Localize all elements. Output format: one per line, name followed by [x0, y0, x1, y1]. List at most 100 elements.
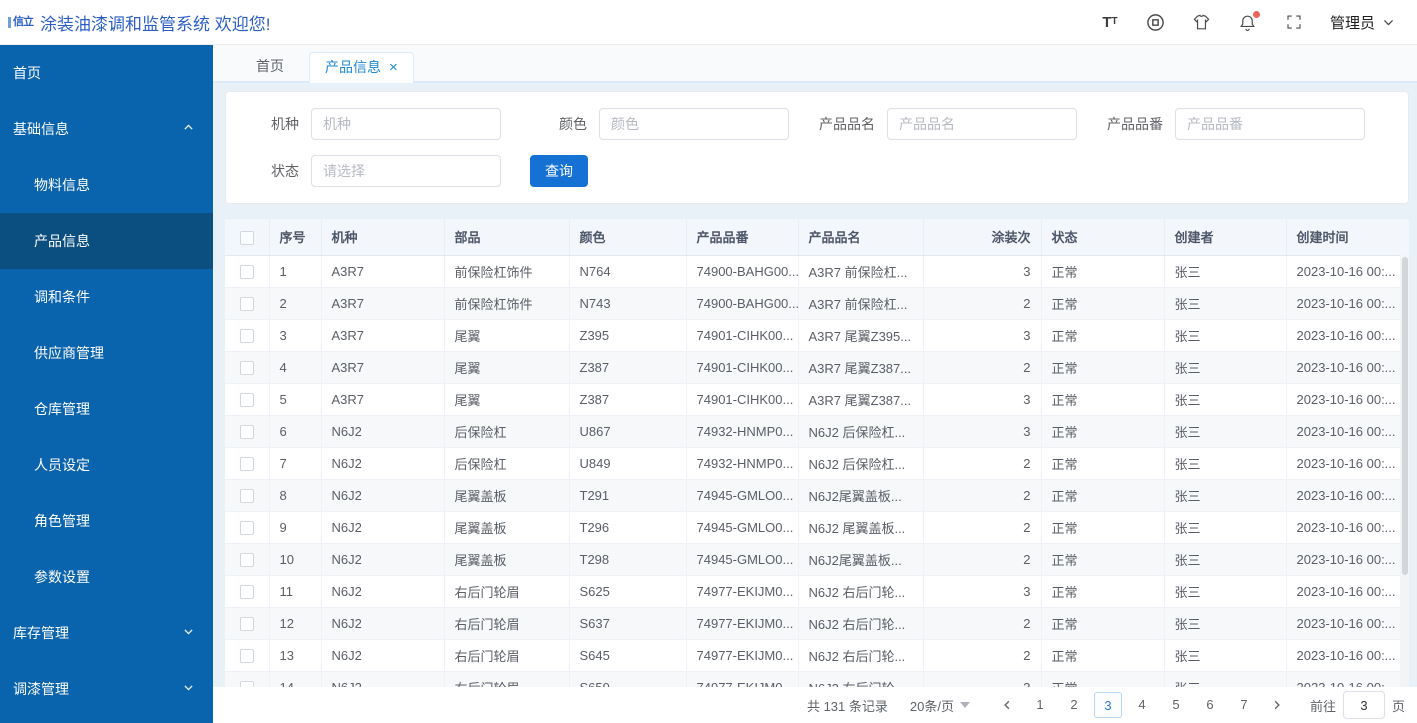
cell-部品: 右后门轮眉	[444, 639, 570, 672]
select-all-checkbox[interactable]	[239, 230, 254, 245]
row-checkbox-cell	[225, 255, 270, 288]
cell-涂装次: 2	[923, 351, 1042, 384]
sidebar-item-仓库管理[interactable]: 仓库管理	[0, 381, 213, 437]
cell-涂装次: 2	[923, 287, 1042, 320]
table-row: 10 N6J2 尾翼盖板 T298 74945-GMLO0... N6J2尾翼盖板... 2…	[225, 543, 1409, 576]
row-checkbox[interactable]	[239, 648, 254, 663]
row-checkbox-cell	[225, 319, 270, 352]
sidebar-item-label: 基础信息	[13, 121, 69, 137]
page-number-3[interactable]: 3	[1093, 692, 1122, 718]
cell-机种: A3R7	[321, 255, 445, 288]
prev-page-button[interactable]	[994, 692, 1020, 718]
cell-创建时间: 2023-10-16 00:...	[1286, 607, 1409, 640]
search-button[interactable]: 查询	[530, 155, 588, 187]
tab-产品信息[interactable]: 产品信息 ×	[309, 52, 414, 83]
row-checkbox-cell	[225, 287, 270, 320]
close-icon[interactable]: ×	[389, 60, 398, 75]
cell-颜色: S645	[569, 639, 687, 672]
row-checkbox[interactable]	[239, 488, 254, 503]
page-number-2[interactable]: 2	[1060, 692, 1088, 718]
notification-icon[interactable]	[1238, 11, 1260, 32]
sidebar-item-物料信息[interactable]: 物料信息	[0, 157, 213, 213]
sidebar-item-产品信息[interactable]: 产品信息	[0, 213, 213, 269]
row-checkbox[interactable]	[239, 328, 254, 343]
theme-skin-icon[interactable]	[1192, 12, 1212, 32]
row-checkbox[interactable]	[239, 296, 254, 311]
page-size-select[interactable]: 20条/页	[910, 696, 970, 715]
machine-type-input[interactable]	[311, 108, 501, 140]
cell-部品: 尾翼	[444, 383, 570, 416]
cell-颜色: T291	[569, 479, 687, 512]
cell-创建者: 张三	[1164, 575, 1287, 608]
cell-产品品番: 74977-EKIJM0...	[686, 575, 799, 608]
page-number-5[interactable]: 5	[1162, 692, 1190, 718]
scrollbar-thumb[interactable]	[1401, 257, 1408, 575]
cell-机种: N6J2	[321, 479, 445, 512]
color-input[interactable]	[599, 108, 789, 140]
cell-产品品番: 74900-BAHG00...	[686, 287, 799, 320]
goto-page-input[interactable]	[1342, 691, 1385, 719]
cell-部品: 尾翼	[444, 351, 570, 384]
row-checkbox[interactable]	[239, 424, 254, 439]
total-records: 共 131 条记录	[806, 698, 888, 714]
sidebar-item-label: 仓库管理	[34, 401, 90, 417]
column-header-颜色: 颜色	[569, 219, 687, 256]
coin-icon[interactable]	[1146, 12, 1166, 32]
row-checkbox[interactable]	[239, 360, 254, 375]
row-checkbox[interactable]	[239, 552, 254, 567]
row-checkbox[interactable]	[239, 392, 254, 407]
field-product-number: 产品品番	[1090, 108, 1365, 140]
cell-序号: 1	[269, 255, 322, 288]
cell-状态: 正常	[1041, 639, 1165, 672]
tab-首页[interactable]: 首页	[241, 50, 299, 81]
sidebar: 首页基础信息物料信息产品信息调和条件 供应商管理仓库管理人员设定 角色管理 参数设置库…	[0, 45, 213, 723]
row-checkbox[interactable]	[239, 456, 254, 471]
sidebar-item-label: 物料信息	[34, 177, 90, 193]
cell-创建者: 张三	[1164, 479, 1287, 512]
cell-颜色: N764	[569, 255, 687, 288]
row-checkbox[interactable]	[239, 264, 254, 279]
fullscreen-icon[interactable]	[1284, 12, 1304, 32]
cell-状态: 正常	[1041, 319, 1165, 352]
cell-产品品番: 74945-GMLO0...	[686, 479, 799, 512]
cell-创建者: 张三	[1164, 639, 1287, 672]
vertical-scrollbar[interactable]	[1400, 255, 1409, 705]
sidebar-item-调漆管理[interactable]: 调漆管理	[0, 661, 213, 717]
page-number-4[interactable]: 4	[1128, 692, 1156, 718]
goto-label: 前往	[1309, 698, 1336, 714]
cell-状态: 正常	[1041, 383, 1165, 416]
table-row: 8 N6J2 尾翼盖板 T291 74945-GMLO0... N6J2尾翼盖板... 2 正…	[225, 479, 1409, 512]
sidebar-item-供应商管理[interactable]: 供应商管理	[0, 325, 213, 381]
sidebar-item-角色管理[interactable]: 角色管理	[0, 493, 213, 549]
product-number-input[interactable]	[1175, 108, 1365, 140]
sidebar-item-库存管理[interactable]: 库存管理	[0, 605, 213, 661]
cell-创建者: 张三	[1164, 447, 1287, 480]
cell-产品品番: 74945-GMLO0...	[686, 543, 799, 576]
page-number-1[interactable]: 1	[1026, 692, 1054, 718]
cell-产品品番: 74977-EKIJM0...	[686, 607, 799, 640]
sidebar-item-参数设置[interactable]: 参数设置	[0, 549, 213, 605]
status-select[interactable]	[311, 155, 501, 187]
cell-序号: 8	[269, 479, 322, 512]
sidebar-item-首页[interactable]: 首页	[0, 45, 213, 101]
font-size-icon[interactable]: TT	[1100, 12, 1120, 32]
sidebar-item-基础信息[interactable]: 基础信息	[0, 101, 213, 157]
page-number-6[interactable]: 6	[1196, 692, 1224, 718]
product-name-input[interactable]	[887, 108, 1077, 140]
cell-状态: 正常	[1041, 543, 1165, 576]
sidebar-item-调和条件[interactable]: 调和条件	[0, 269, 213, 325]
page-number-7[interactable]: 7	[1230, 692, 1258, 718]
user-menu[interactable]: 管理员	[1330, 12, 1395, 33]
row-checkbox-cell	[225, 383, 270, 416]
row-checkbox[interactable]	[239, 520, 254, 535]
sidebar-item-人员设定[interactable]: 人员设定	[0, 437, 213, 493]
cell-涂装次: 3	[923, 255, 1042, 288]
next-page-button[interactable]	[1264, 692, 1290, 718]
cell-涂装次: 2	[923, 511, 1042, 544]
pagination-bar: 共 131 条记录 20条/页 1234567 前往 页	[213, 687, 1417, 723]
field-color: 颜色	[514, 108, 789, 140]
row-checkbox[interactable]	[239, 616, 254, 631]
row-checkbox-cell	[225, 575, 270, 608]
sidebar-item-label: 产品信息	[34, 233, 90, 249]
row-checkbox[interactable]	[239, 584, 254, 599]
